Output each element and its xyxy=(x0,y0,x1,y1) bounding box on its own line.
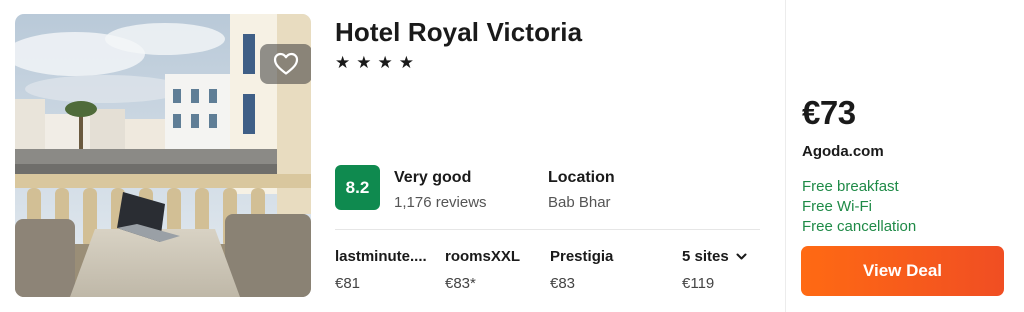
site-option-roomsxxl[interactable]: roomsXXL €83* xyxy=(445,248,520,292)
hotel-name[interactable]: Hotel Royal Victoria xyxy=(335,17,582,48)
perk-item: Free cancellation xyxy=(802,218,917,235)
favorite-button[interactable] xyxy=(260,44,311,84)
perk-item: Free Wi-Fi xyxy=(802,198,872,215)
site-option-lastminute[interactable]: lastminute.... €81 xyxy=(335,248,427,292)
site-option-prestigia[interactable]: Prestigia €83 xyxy=(550,248,613,292)
heart-icon xyxy=(273,52,299,75)
section-divider xyxy=(335,229,760,230)
location-value: Bab Bhar xyxy=(548,194,611,211)
site-name: lastminute.... xyxy=(335,248,427,265)
site-price: €81 xyxy=(335,275,361,292)
more-sites-text: 5 sites xyxy=(682,248,729,265)
column-divider xyxy=(785,0,786,312)
chevron-down-icon xyxy=(736,253,747,260)
site-price: €119 xyxy=(682,275,715,292)
site-name: roomsXXL xyxy=(445,248,521,265)
best-deal-price: €73 xyxy=(802,94,856,131)
star-rating: ★★★★ xyxy=(335,53,420,72)
hotel-photo[interactable] xyxy=(15,14,311,297)
site-name: Prestigia xyxy=(550,248,614,265)
review-count-link[interactable]: 1,176 reviews xyxy=(394,194,487,211)
deal-perks-list: Free breakfast Free Wi-Fi Free cancellat… xyxy=(802,177,916,237)
more-sites-label: 5 sites xyxy=(682,248,747,265)
site-price: €83* xyxy=(445,275,476,292)
rating-label: Very good xyxy=(394,169,472,186)
more-sites-dropdown[interactable]: 5 sites €119 xyxy=(682,248,747,292)
view-deal-button[interactable]: View Deal xyxy=(801,246,1004,296)
review-score-badge: 8.2 xyxy=(335,165,380,210)
location-label: Location xyxy=(548,169,615,186)
perk-item: Free breakfast xyxy=(802,178,899,195)
deal-provider: Agoda.com xyxy=(802,143,884,160)
hotel-result-card: Hotel Royal Victoria ★★★★ 8.2 Very good … xyxy=(0,0,1024,312)
site-price: €83 xyxy=(550,275,576,292)
